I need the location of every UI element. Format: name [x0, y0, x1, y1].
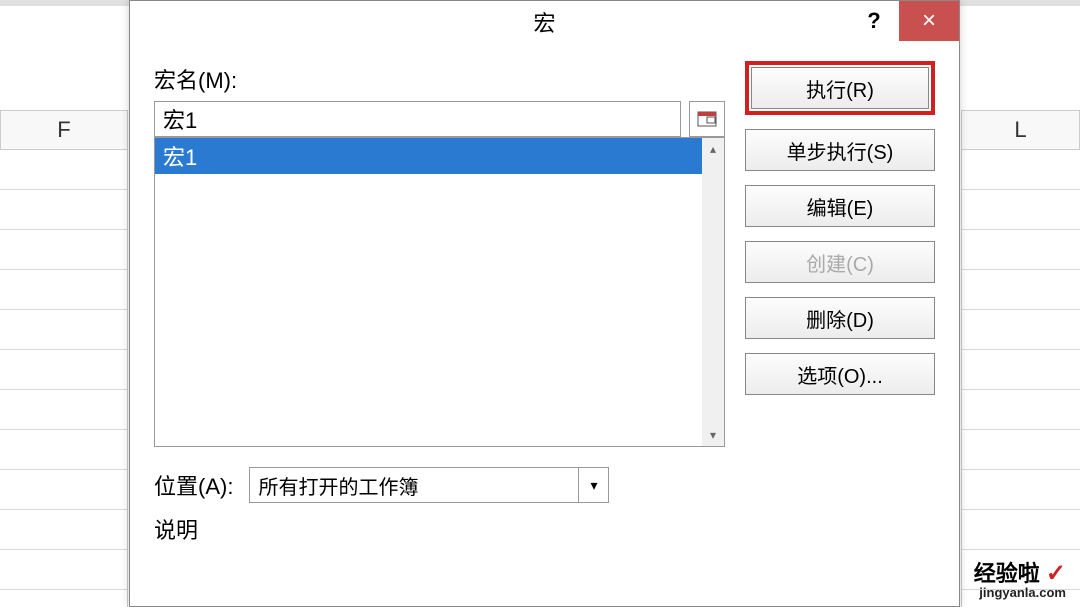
button-column: 执行(R) 单步执行(S) 编辑(E) 创建(C) 删除(D) 选项(O)... — [745, 101, 935, 447]
run-button[interactable]: 执行(R) — [751, 67, 929, 109]
watermark-url: jingyanla.com — [974, 586, 1066, 599]
macro-dialog: 宏 ? × 宏名(M): — [129, 0, 960, 607]
dialog-title: 宏 — [533, 6, 555, 38]
grid-right — [961, 150, 1080, 607]
close-button[interactable]: × — [899, 1, 959, 41]
location-value: 所有打开的工作簿 — [250, 471, 578, 500]
location-label: 位置(A): — [154, 469, 233, 501]
scrollbar[interactable]: ▴ ▾ — [702, 138, 724, 446]
main-columns: 宏1 ▴ ▾ 执行(R) 单步执行(S) 编辑(E) 创建(C) 删除(D) 选… — [154, 101, 935, 447]
title-bar-buttons: ? × — [849, 1, 959, 41]
scroll-up-icon[interactable]: ▴ — [702, 138, 724, 160]
col-header-right[interactable]: L — [961, 110, 1080, 150]
chevron-down-icon[interactable]: ▾ — [578, 468, 608, 502]
macro-listbox[interactable]: 宏1 ▴ ▾ — [154, 137, 725, 447]
edit-button[interactable]: 编辑(E) — [745, 185, 935, 227]
run-highlight: 执行(R) — [745, 61, 935, 115]
watermark-text: 经验啦 ✓ — [974, 562, 1066, 586]
title-bar: 宏 ? × — [130, 1, 959, 43]
delete-button[interactable]: 删除(D) — [745, 297, 935, 339]
col-header-left[interactable]: F — [0, 110, 128, 150]
location-select[interactable]: 所有打开的工作簿 ▾ — [249, 467, 609, 503]
check-icon: ✓ — [1046, 560, 1066, 587]
description-label: 说明 — [154, 513, 935, 545]
dialog-body: 宏名(M): 宏1 — [130, 43, 959, 545]
grid-left — [0, 150, 128, 607]
location-row: 位置(A): 所有打开的工作簿 ▾ — [154, 467, 935, 503]
create-button: 创建(C) — [745, 241, 935, 283]
scroll-down-icon[interactable]: ▾ — [702, 424, 724, 446]
list-item[interactable]: 宏1 — [155, 138, 702, 174]
macro-list-inner: 宏1 — [155, 138, 702, 446]
watermark: 经验啦 ✓ jingyanla.com — [974, 562, 1066, 599]
watermark-main: 经验啦 — [974, 561, 1040, 586]
options-button[interactable]: 选项(O)... — [745, 353, 935, 395]
macro-name-input[interactable] — [154, 101, 681, 137]
close-icon: × — [922, 7, 936, 35]
help-button[interactable]: ? — [849, 1, 899, 41]
step-button[interactable]: 单步执行(S) — [745, 129, 935, 171]
collapse-dialog-icon[interactable] — [689, 101, 725, 137]
list-column: 宏1 ▴ ▾ — [154, 101, 725, 447]
name-input-row — [154, 101, 725, 137]
